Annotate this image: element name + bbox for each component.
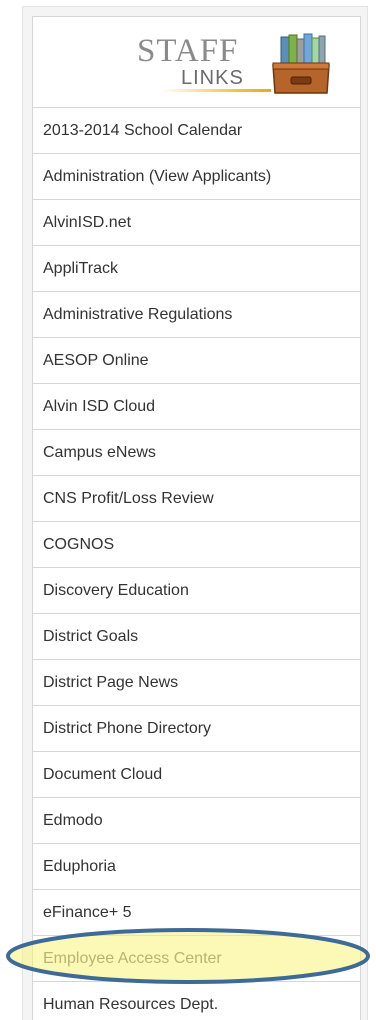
staff-link-item[interactable]: CNS Profit/Loss Review [33, 476, 360, 522]
staff-link-item[interactable]: Edmodo [33, 798, 360, 844]
logo-links-text: LINKS [181, 67, 244, 89]
staff-link-item[interactable]: eFinance+ 5 [33, 890, 360, 936]
staff-links-page: STAFF LINKS 2013-2014 School Calendar Adm… [0, 0, 376, 1020]
staff-link-item[interactable]: Campus eNews [33, 430, 360, 476]
staff-links-list: STAFF LINKS 2013-2014 School Calendar Adm… [32, 16, 361, 1020]
staff-link-item[interactable]: AlvinISD.net [33, 200, 360, 246]
staff-link-item[interactable]: Eduphoria [33, 844, 360, 890]
staff-link-item[interactable]: Administration (View Applicants) [33, 154, 360, 200]
staff-links-logo: STAFF LINKS [137, 27, 287, 97]
staff-link-item[interactable]: AESOP Online [33, 338, 360, 384]
staff-link-item[interactable]: 2013-2014 School Calendar [33, 108, 360, 154]
staff-link-item[interactable]: AppliTrack [33, 246, 360, 292]
staff-link-item[interactable]: Administrative Regulations [33, 292, 360, 338]
logo-staff-text: STAFF [137, 33, 239, 69]
staff-link-item[interactable]: District Page News [33, 660, 360, 706]
staff-link-item[interactable]: Alvin ISD Cloud [33, 384, 360, 430]
staff-link-item[interactable]: COGNOS [33, 522, 360, 568]
staff-link-item[interactable]: Discovery Education [33, 568, 360, 614]
staff-link-item[interactable]: Employee Access Center [33, 936, 360, 982]
logo-accent-bar [161, 89, 271, 92]
staff-link-item[interactable]: District Goals [33, 614, 360, 660]
staff-links-header: STAFF LINKS [33, 17, 360, 108]
file-box-binders-icon [272, 33, 330, 94]
staff-link-item[interactable]: District Phone Directory [33, 706, 360, 752]
staff-link-item[interactable]: Document Cloud [33, 752, 360, 798]
staff-link-item[interactable]: Human Resources Dept. [33, 982, 360, 1020]
